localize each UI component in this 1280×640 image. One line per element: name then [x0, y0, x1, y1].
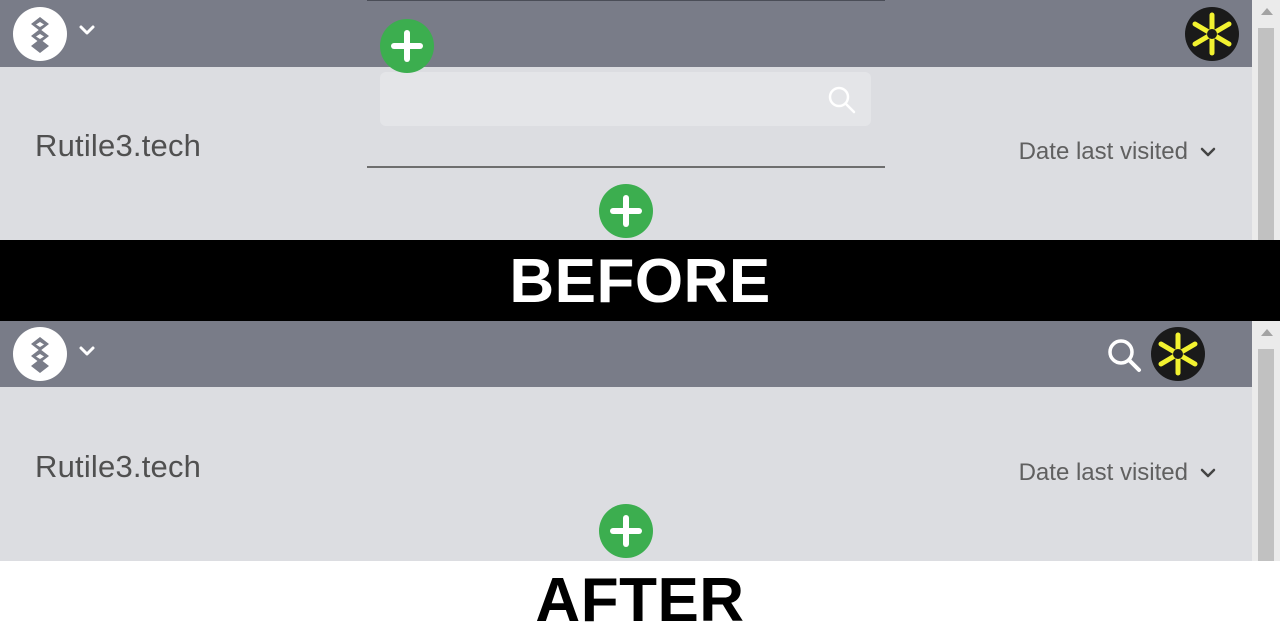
page-title: Rutile3.tech [35, 128, 202, 163]
before-label: BEFORE [509, 247, 771, 316]
before-screenshot: Rutile3.tech Date last visited [0, 0, 1280, 240]
scroll-thumb[interactable] [1258, 349, 1274, 561]
scrollbar[interactable] [1252, 0, 1280, 240]
chevron-down-icon[interactable] [77, 20, 97, 40]
search-icon[interactable] [826, 84, 858, 116]
add-button[interactable] [380, 19, 434, 73]
scroll-up-arrow-icon[interactable] [1261, 329, 1273, 336]
search-icon[interactable] [1105, 336, 1143, 374]
user-avatar[interactable] [1151, 327, 1205, 381]
plus-circle-icon [391, 30, 423, 62]
add-site-button[interactable] [599, 184, 653, 238]
scroll-thumb[interactable] [1258, 28, 1274, 240]
sort-label: Date last visited [1018, 459, 1188, 486]
scroll-up-arrow-icon[interactable] [1261, 8, 1273, 15]
app-logo-icon[interactable] [13, 327, 67, 381]
chevron-down-icon [1200, 147, 1216, 157]
divider [367, 166, 885, 168]
sort-dropdown[interactable]: Date last visited [1019, 138, 1218, 166]
sort-dropdown[interactable]: Date last visited [1019, 459, 1218, 487]
sort-label: Date last visited [1018, 138, 1188, 165]
scrollbar[interactable] [1252, 321, 1280, 561]
after-label: AFTER [535, 566, 745, 635]
add-site-button[interactable] [599, 504, 653, 558]
search-input[interactable] [380, 72, 871, 126]
chevron-down-icon[interactable] [77, 341, 97, 361]
plus-circle-icon [610, 195, 642, 227]
top-bar [0, 321, 1252, 387]
plus-circle-icon [610, 515, 642, 547]
search-panel [367, 0, 885, 168]
after-screenshot: Rutile3.tech Date last visited [0, 321, 1280, 561]
app-logo-icon[interactable] [13, 7, 67, 61]
user-avatar[interactable] [1185, 7, 1239, 61]
page-title: Rutile3.tech [35, 449, 202, 484]
divider [367, 0, 885, 1]
chevron-down-icon [1200, 468, 1216, 478]
